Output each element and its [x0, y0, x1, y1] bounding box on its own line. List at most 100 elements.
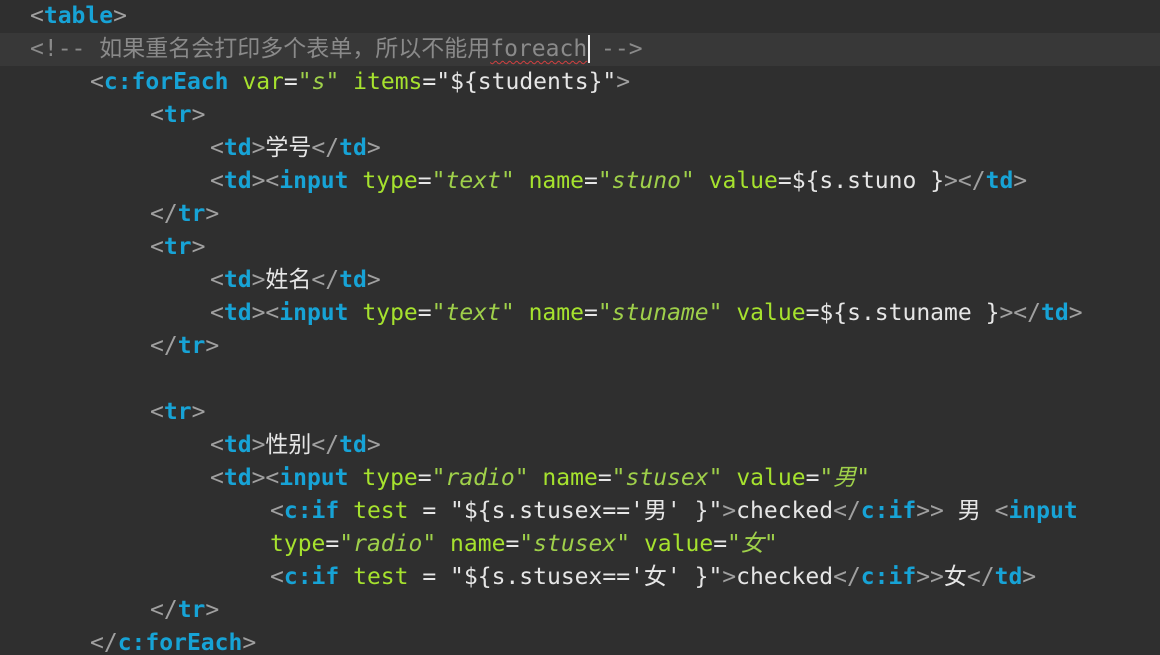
code-token-bracket: > — [366, 432, 381, 458]
code-token-bracket: </ — [311, 267, 340, 293]
code-token-tag: tr — [177, 597, 206, 623]
code-token-string: "stusex" — [519, 531, 631, 557]
code-token-comment: foreach — [490, 36, 588, 62]
code-token-tag: tr — [177, 201, 206, 227]
code-token-bracket: ></ — [999, 300, 1041, 326]
code-token-bracket: > — [616, 69, 631, 95]
code-token-bracket: >> — [916, 498, 944, 524]
code-token-comment: --> — [587, 36, 643, 62]
code-token-bracket: < — [210, 432, 224, 458]
code-line[interactable]: <tr> — [0, 396, 205, 429]
code-token-tag: c:if — [860, 564, 917, 590]
code-token-tag: tr — [163, 234, 192, 260]
code-line[interactable]: <c:forEach var="s" items="${students}"> — [0, 66, 630, 99]
code-line[interactable]: </tr> — [0, 198, 219, 231]
code-line[interactable]: <td>性别</td> — [0, 429, 381, 462]
code-token-tag: tr — [163, 102, 192, 128]
code-token-bracket: > — [366, 267, 381, 293]
code-line[interactable]: </tr> — [0, 330, 219, 363]
code-token-tag: td — [339, 432, 367, 458]
code-editor[interactable]: <table> <!-- 如果重名会打印多个表单，所以不能用foreach -->… — [0, 0, 1160, 655]
code-token-bracket: </ — [150, 333, 178, 359]
code-token-text: = — [505, 531, 520, 557]
code-token-text: 性别 — [265, 432, 312, 458]
code-token-attribute: type — [270, 531, 326, 557]
code-token-bracket: > — [722, 498, 737, 524]
code-line[interactable]: <c:if test = "${s.stusex=='男' }">checked… — [0, 495, 1078, 528]
code-line[interactable]: <table> — [0, 0, 127, 33]
code-token-bracket: > — [191, 234, 206, 260]
code-token-attribute: type — [362, 300, 418, 326]
code-line[interactable]: <tr> — [0, 231, 205, 264]
code-token-attribute: name — [450, 531, 506, 557]
code-token-text: = — [325, 531, 340, 557]
code-line[interactable]: <tr> — [0, 99, 205, 132]
code-token-tag: c:if — [283, 564, 340, 590]
code-token-tag: tr — [177, 333, 206, 359]
code-token-bracket: </ — [833, 498, 861, 524]
code-token-attribute: items — [353, 69, 423, 95]
code-token-bracket: > — [1022, 564, 1037, 590]
code-line[interactable]: <td>学号</td> — [0, 132, 381, 165]
code-token-bracket: > — [205, 201, 220, 227]
code-token-tag: table — [43, 3, 114, 29]
code-token-bracket: < — [994, 498, 1009, 524]
code-line[interactable]: <td><input type="radio" name="stusex" va… — [0, 462, 870, 495]
code-line[interactable]: </c:forEach> — [0, 627, 256, 655]
code-token-tag: input — [279, 300, 349, 326]
code-line[interactable]: <td><input type="text" name="stuno" valu… — [0, 165, 1027, 198]
code-line[interactable]: <td>姓名</td> — [0, 264, 381, 297]
code-token-text: = — [583, 168, 598, 194]
code-token-string: "女" — [727, 531, 778, 557]
code-line[interactable]: <!-- 如果重名会打印多个表单，所以不能用foreach --> — [0, 33, 1160, 66]
code-line[interactable]: <c:if test = "${s.stusex=='女' }">checked… — [0, 561, 1036, 594]
code-token-tag: td — [985, 168, 1014, 194]
code-token-bracket: > — [251, 135, 266, 161]
code-token-text: = — [713, 531, 728, 557]
code-token-tag: c:if — [283, 498, 340, 524]
code-token-attribute: type — [362, 465, 418, 491]
code-token-bracket: > — [191, 399, 206, 425]
code-token-text: =${s.stuname } — [805, 300, 1000, 326]
code-line[interactable]: </tr> — [0, 594, 219, 627]
code-token-tag: input — [279, 465, 349, 491]
code-token-tag: td — [223, 135, 252, 161]
code-token-text: = — [417, 168, 432, 194]
code-token-bracket: ></ — [944, 168, 986, 194]
code-token-comment: <!-- 如果重名会打印多个表单，所以不能用 — [30, 36, 491, 62]
code-token-bracket: < — [150, 102, 164, 128]
code-token-text: checked — [736, 498, 834, 524]
code-token-bracket: > — [191, 102, 206, 128]
code-token-tag: c:forEach — [117, 630, 243, 655]
code-token-string: "stuname" — [597, 300, 723, 326]
code-token-tag: td — [223, 300, 252, 326]
code-token-attribute: var — [242, 69, 284, 95]
code-line[interactable]: <td><input type="text" name="stuname" va… — [0, 297, 1083, 330]
code-token-tag: c:if — [860, 498, 917, 524]
code-token-bracket: </ — [150, 597, 178, 623]
code-line[interactable]: type="radio" name="stusex" value="女" — [0, 528, 778, 561]
code-token-bracket: >< — [251, 300, 280, 326]
code-token-tag: td — [1040, 300, 1069, 326]
code-token-attribute: name — [542, 465, 598, 491]
code-token-text: = — [283, 69, 298, 95]
code-token-string: "s" — [297, 69, 340, 95]
code-token-text: checked — [736, 564, 834, 590]
code-token-text: = — [583, 300, 598, 326]
code-token-attribute: type — [362, 168, 418, 194]
code-token-attribute: value — [708, 168, 778, 194]
code-token-bracket: < — [210, 267, 224, 293]
code-token-text: = — [597, 465, 612, 491]
code-token-tag: td — [994, 564, 1023, 590]
code-token-bracket: >> — [916, 564, 944, 590]
code-token-bracket: < — [210, 465, 224, 491]
code-token-text: =${s.stuno } — [777, 168, 945, 194]
